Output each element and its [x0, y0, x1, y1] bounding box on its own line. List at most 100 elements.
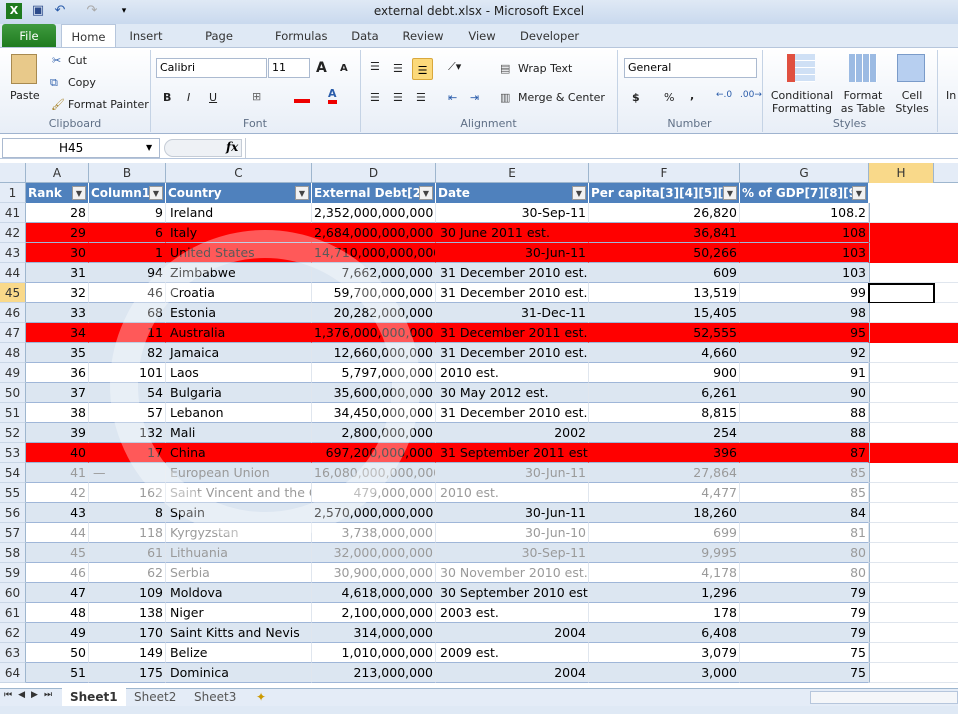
table-cell[interactable]: 30-Jun-11	[436, 243, 589, 263]
table-cell[interactable]: 88	[740, 423, 869, 443]
column-header-f[interactable]: F	[589, 163, 740, 183]
row-header-53[interactable]: 53	[0, 443, 26, 463]
table-cell[interactable]: 4,660	[589, 343, 740, 363]
table-cell[interactable]: 16,080,000,000,000	[312, 463, 436, 483]
increase-decimal-icon[interactable]: ←.0	[716, 90, 732, 100]
table-cell[interactable]: 149	[89, 643, 166, 663]
table-cell[interactable]: Lithuania	[166, 543, 312, 563]
table-cell[interactable]: 80	[740, 543, 869, 563]
table-cell[interactable]: Jamaica	[166, 343, 312, 363]
table-cell[interactable]: 1	[89, 243, 166, 263]
table-cell[interactable]: 50	[26, 643, 89, 663]
row-header-59[interactable]: 59	[0, 563, 26, 583]
empty-cell[interactable]	[869, 503, 958, 523]
table-cell[interactable]: 30 May 2012 est.	[436, 383, 589, 403]
table-cell[interactable]: 95	[740, 323, 869, 343]
table-cell[interactable]: 82	[89, 343, 166, 363]
select-all-corner[interactable]	[0, 163, 26, 183]
table-cell[interactable]: 32,000,000,000	[312, 543, 436, 563]
empty-cell[interactable]	[869, 383, 958, 403]
tab-review[interactable]: Review	[402, 24, 444, 48]
table-cell[interactable]: 20,282,000,000	[312, 303, 436, 323]
table-cell[interactable]: 35,600,000,000	[312, 383, 436, 403]
table-cell[interactable]: 31 December 2010 est.	[436, 263, 589, 283]
empty-cell[interactable]	[869, 583, 958, 603]
table-cell[interactable]: Kyrgyzstan	[166, 523, 312, 543]
empty-cell[interactable]	[869, 223, 958, 243]
column-header-h[interactable]: H	[869, 163, 934, 183]
table-cell[interactable]: 2004	[436, 663, 589, 683]
align-right-icon[interactable]: ☰	[416, 91, 426, 104]
table-cell[interactable]: 41	[26, 463, 89, 483]
table-cell[interactable]: 170	[89, 623, 166, 643]
empty-cell[interactable]	[869, 643, 958, 663]
name-box-dropdown-icon[interactable]: ▼	[146, 143, 152, 152]
selected-cell-h45[interactable]	[868, 283, 935, 304]
table-cell[interactable]: 48	[26, 603, 89, 623]
row-header-56[interactable]: 56	[0, 503, 26, 523]
table-cell[interactable]: Laos	[166, 363, 312, 383]
table-cell[interactable]: 396	[589, 443, 740, 463]
table-cell[interactable]: 47	[26, 583, 89, 603]
table-cell[interactable]: 26,820	[589, 203, 740, 223]
empty-cell[interactable]	[869, 403, 958, 423]
table-cell[interactable]: 36,841	[589, 223, 740, 243]
empty-cell[interactable]	[869, 483, 958, 503]
filter-dropdown-icon[interactable]: ▼	[572, 186, 586, 200]
italic-button[interactable]: I	[187, 91, 190, 104]
table-cell[interactable]: 98	[740, 303, 869, 323]
tab-formulas[interactable]: Formulas	[275, 24, 328, 48]
table-cell[interactable]: 81	[740, 523, 869, 543]
paste-button[interactable]: Paste	[10, 89, 40, 102]
table-cell[interactable]: Lebanon	[166, 403, 312, 423]
table-cell[interactable]: 900	[589, 363, 740, 383]
filter-dropdown-icon[interactable]: ▼	[72, 186, 86, 200]
column-header-c[interactable]: C	[166, 163, 312, 183]
tab-page-layout[interactable]: Page Layout	[184, 24, 254, 67]
empty-cell[interactable]	[869, 463, 958, 483]
table-cell[interactable]: 84	[740, 503, 869, 523]
table-cell[interactable]: 54	[89, 383, 166, 403]
font-size-dropdown[interactable]: 11	[268, 58, 310, 78]
table-cell[interactable]: 31 December 2011 est.	[436, 323, 589, 343]
table-cell[interactable]: 30,900,000,000	[312, 563, 436, 583]
table-cell[interactable]: 30-Sep-11	[436, 543, 589, 563]
table-cell[interactable]: 103	[740, 243, 869, 263]
row-header-1[interactable]: 1	[0, 183, 26, 203]
table-cell[interactable]: 79	[740, 583, 869, 603]
sheet-tab-sheet3[interactable]: Sheet3	[186, 688, 244, 706]
comma-button[interactable]: ,	[690, 89, 694, 102]
table-cell[interactable]: 62	[89, 563, 166, 583]
grow-font-icon[interactable]: A	[316, 60, 327, 76]
empty-cell[interactable]	[869, 663, 958, 683]
table-cell[interactable]: 32	[26, 283, 89, 303]
empty-cell[interactable]	[869, 303, 958, 323]
table-cell[interactable]: 30-Jun-11	[436, 463, 589, 483]
sheet-navigation-arrows[interactable]: ⏮◀▶⏭	[4, 690, 58, 700]
insert-sheet-icon[interactable]: ✦	[248, 688, 274, 706]
merge-center-button[interactable]: Merge & Center	[518, 91, 605, 104]
table-cell[interactable]: 9	[89, 203, 166, 223]
horizontal-scrollbar[interactable]	[810, 691, 958, 704]
table-cell[interactable]: Italy	[166, 223, 312, 243]
table-cell[interactable]: 1,296	[589, 583, 740, 603]
table-cell[interactable]: Ireland	[166, 203, 312, 223]
filter-dropdown-icon[interactable]: ▼	[295, 186, 309, 200]
table-cell[interactable]: 697,200,000,000	[312, 443, 436, 463]
table-cell[interactable]: 17	[89, 443, 166, 463]
table-cell[interactable]: 4,178	[589, 563, 740, 583]
table-cell[interactable]: 94	[89, 263, 166, 283]
table-cell[interactable]: 699	[589, 523, 740, 543]
table-cell[interactable]: 52,555	[589, 323, 740, 343]
table-cell[interactable]: 3,738,000,000	[312, 523, 436, 543]
table-cell[interactable]: China	[166, 443, 312, 463]
column-header-a[interactable]: A	[26, 163, 89, 183]
table-cell[interactable]: Moldova	[166, 583, 312, 603]
tab-insert[interactable]: Insert	[125, 24, 167, 48]
empty-cell[interactable]	[869, 623, 958, 643]
table-cell[interactable]: 175	[89, 663, 166, 683]
table-cell[interactable]: Spain	[166, 503, 312, 523]
table-cell[interactable]: 109	[89, 583, 166, 603]
column-header-d[interactable]: D	[312, 163, 436, 183]
table-cell[interactable]: 314,000,000	[312, 623, 436, 643]
